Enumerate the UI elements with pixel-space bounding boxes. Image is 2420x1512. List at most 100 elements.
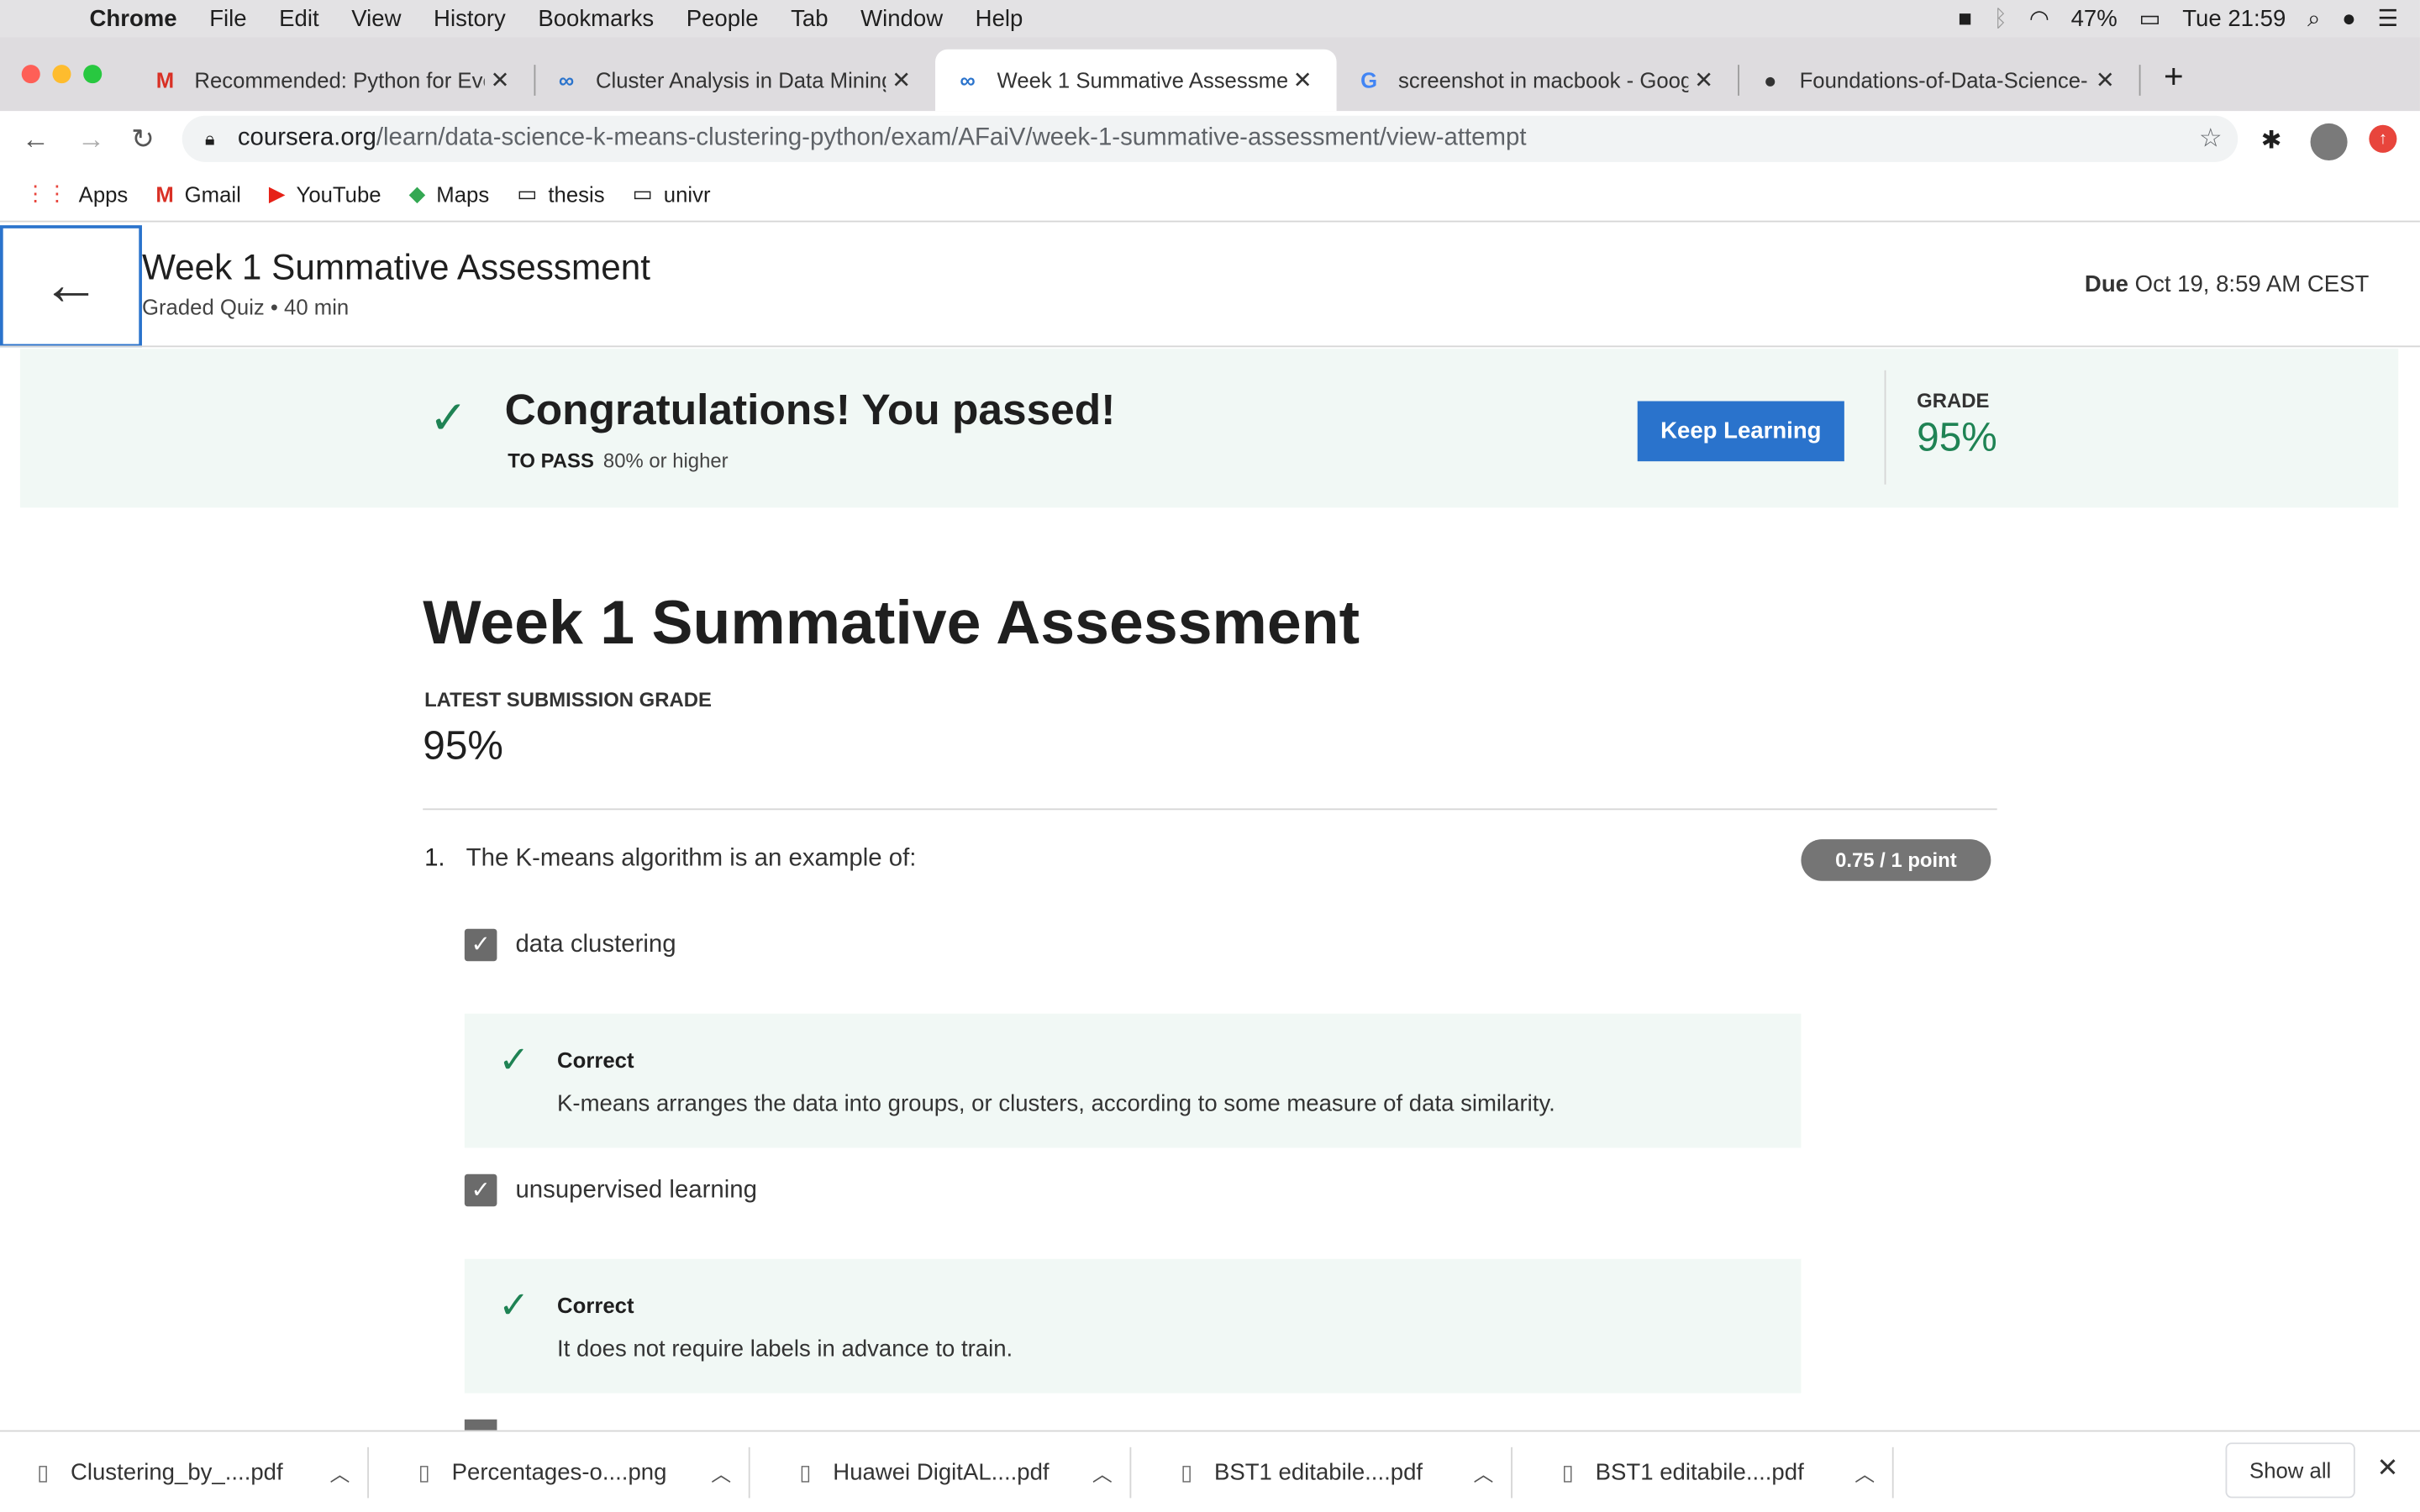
- close-tab-icon[interactable]: ✕: [1688, 66, 1719, 94]
- download-name: BST1 editabile....pdf: [1595, 1459, 1804, 1486]
- menu-view[interactable]: View: [351, 5, 401, 31]
- download-name: Huawei DigitAL....pdf: [833, 1459, 1050, 1486]
- bookmark-thesis[interactable]: ▭ thesis: [517, 181, 604, 207]
- to-pass-value: 80% or higher: [602, 449, 729, 473]
- tab-week1-assessment[interactable]: ∞ Week 1 Summative Assessment ✕: [935, 49, 1337, 112]
- close-icon[interactable]: ✕: [2377, 1453, 2399, 1484]
- control-center-icon[interactable]: ☰: [2378, 5, 2399, 32]
- download-item[interactable]: ▯ Clustering_by_....pdf ︿: [37, 1431, 369, 1512]
- bookmark-star-icon[interactable]: ☆: [2199, 123, 2223, 155]
- checkmark-icon: ✓: [429, 393, 468, 444]
- divider: [1884, 370, 1886, 485]
- chevron-up-icon[interactable]: ︿: [711, 1458, 731, 1488]
- latest-grade-label: LATEST SUBMISSION GRADE: [424, 688, 712, 711]
- clock[interactable]: Tue 21:59: [2182, 5, 2286, 31]
- address-bar[interactable]: 🔒︎ coursera.org/learn/data-science-k-mea…: [182, 115, 2238, 162]
- extensions-icon[interactable]: ✱: [2261, 125, 2282, 156]
- tab-title: screenshot in macbook - Goog: [1398, 67, 1689, 93]
- update-icon[interactable]: ↑: [2369, 124, 2397, 153]
- back-button[interactable]: ←: [0, 225, 142, 348]
- tab-cluster-analysis[interactable]: ∞ Cluster Analysis in Data Mining ✕: [540, 50, 934, 111]
- url-path: /learn/data-science-k-means-clustering-p…: [376, 124, 1527, 151]
- battery-icon[interactable]: ▭: [2139, 5, 2160, 32]
- google-icon: G: [1360, 67, 1378, 93]
- tab-gmail[interactable]: M Recommended: Python for Eve ✕: [139, 50, 536, 111]
- bookmark-label: Maps: [436, 181, 490, 207]
- checkbox-checked-icon[interactable]: ✓: [464, 1173, 497, 1207]
- tab-google-search[interactable]: G screenshot in macbook - Goog ✕: [1343, 50, 1739, 111]
- tab-title: Recommended: Python for Eve: [194, 67, 485, 93]
- pass-message: Congratulations! You passed!: [504, 386, 1116, 434]
- minimize-window-button[interactable]: [52, 65, 71, 84]
- new-tab-button[interactable]: +: [2164, 57, 2184, 97]
- feedback-text: It does not require labels in advance to…: [557, 1336, 1013, 1362]
- spotlight-icon[interactable]: ⌕: [2307, 5, 2320, 31]
- download-item[interactable]: ▯ BST1 editabile....pdf ︿: [1562, 1431, 1894, 1512]
- github-icon: ●: [1763, 67, 1777, 93]
- checkbox-checked-icon[interactable]: ✓: [464, 928, 497, 962]
- chevron-up-icon[interactable]: ︿: [1854, 1458, 1875, 1488]
- option-unsupervised-learning: ✓ unsupervised learning: [464, 1173, 757, 1207]
- download-item[interactable]: ▯ Huawei DigitAL....pdf ︿: [799, 1431, 1131, 1512]
- menu-window[interactable]: Window: [860, 5, 943, 31]
- menu-bookmarks[interactable]: Bookmarks: [538, 5, 654, 31]
- close-tab-icon[interactable]: ✕: [2090, 66, 2121, 94]
- tab-github[interactable]: ● Foundations-of-Data-Science- ✕: [1744, 50, 2141, 111]
- pdf-file-icon: ▯: [799, 1459, 812, 1484]
- close-tab-icon[interactable]: ✕: [1287, 66, 1318, 94]
- feedback-title: Correct: [557, 1047, 634, 1073]
- menu-edit[interactable]: Edit: [279, 5, 318, 31]
- chevron-up-icon[interactable]: ︿: [1092, 1458, 1113, 1488]
- pass-banner: [19, 349, 2399, 508]
- checkmark-icon: ✓: [498, 1284, 530, 1327]
- bluetooth-icon[interactable]: ᛒ: [1994, 5, 2008, 31]
- menu-help[interactable]: Help: [976, 5, 1023, 31]
- bookmark-gmail[interactable]: M Gmail: [155, 181, 240, 206]
- bookmark-univr[interactable]: ▭ univr: [633, 181, 711, 207]
- menu-file[interactable]: File: [209, 5, 246, 31]
- bookmark-maps[interactable]: ◆ Maps: [409, 181, 490, 207]
- zoom-window-button[interactable]: [83, 65, 103, 84]
- menu-people[interactable]: People: [687, 5, 759, 31]
- assessment-title: Week 1 Summative Assessment: [423, 589, 1360, 658]
- bookmark-label: thesis: [548, 181, 605, 207]
- back-arrow-icon[interactable]: ←: [22, 123, 50, 156]
- bookmark-apps[interactable]: ⋮⋮ Apps: [24, 181, 128, 207]
- gmail-icon: M: [155, 67, 175, 93]
- show-all-button[interactable]: Show all: [2225, 1442, 2355, 1499]
- forward-arrow-icon[interactable]: →: [77, 123, 105, 156]
- mac-menubar: Chrome File Edit View History Bookmarks …: [0, 0, 2420, 38]
- download-item[interactable]: ▯ Percentages-o....png ︿: [418, 1431, 750, 1512]
- url-host: coursera.org: [237, 124, 376, 151]
- camera-icon[interactable]: ■: [1958, 5, 1972, 31]
- page-title: Week 1 Summative Assessment: [141, 246, 650, 287]
- tab-strip: M Recommended: Python for Eve ✕ ∞ Cluste…: [0, 37, 2420, 112]
- chevron-up-icon[interactable]: ︿: [1474, 1458, 1494, 1488]
- close-tab-icon[interactable]: ✕: [886, 66, 917, 94]
- tab-title: Week 1 Summative Assessment: [997, 67, 1287, 93]
- siri-icon[interactable]: ●: [2342, 5, 2356, 31]
- wifi-icon[interactable]: ◠: [2029, 5, 2049, 32]
- question-number: 1.: [424, 845, 445, 872]
- apps-grid-icon: ⋮⋮: [24, 180, 68, 206]
- grade-value: 95%: [1917, 413, 1997, 460]
- lock-icon[interactable]: 🔒︎: [182, 128, 238, 151]
- png-file-icon: ▯: [418, 1459, 430, 1484]
- maps-icon: ◆: [408, 180, 426, 206]
- bookmark-label: YouTube: [296, 181, 381, 207]
- close-tab-icon[interactable]: ✕: [485, 66, 516, 94]
- bookmarks-bar: ⋮⋮ Apps M Gmail ▶ YouTube ◆ Maps ▭ thesis ▭ un…: [0, 166, 2420, 223]
- close-window-button[interactable]: [21, 65, 40, 84]
- menu-history[interactable]: History: [434, 5, 506, 31]
- download-item[interactable]: ▯ BST1 editabile....pdf ︿: [1181, 1431, 1512, 1512]
- keep-learning-button[interactable]: Keep Learning: [1637, 401, 1844, 462]
- menu-app[interactable]: Chrome: [90, 5, 177, 31]
- profile-avatar[interactable]: [2310, 123, 2348, 161]
- menu-tab[interactable]: Tab: [791, 5, 828, 31]
- due-value: Oct 19, 8:59 AM CEST: [2134, 271, 2370, 298]
- bookmark-youtube[interactable]: ▶ YouTube: [269, 181, 381, 207]
- download-shelf: ▯ Clustering_by_....pdf ︿ ▯ Percentages-o..…: [0, 1430, 2420, 1512]
- folder-icon: ▭: [517, 180, 538, 206]
- reload-icon[interactable]: ↻: [131, 123, 155, 156]
- chevron-up-icon[interactable]: ︿: [330, 1458, 350, 1488]
